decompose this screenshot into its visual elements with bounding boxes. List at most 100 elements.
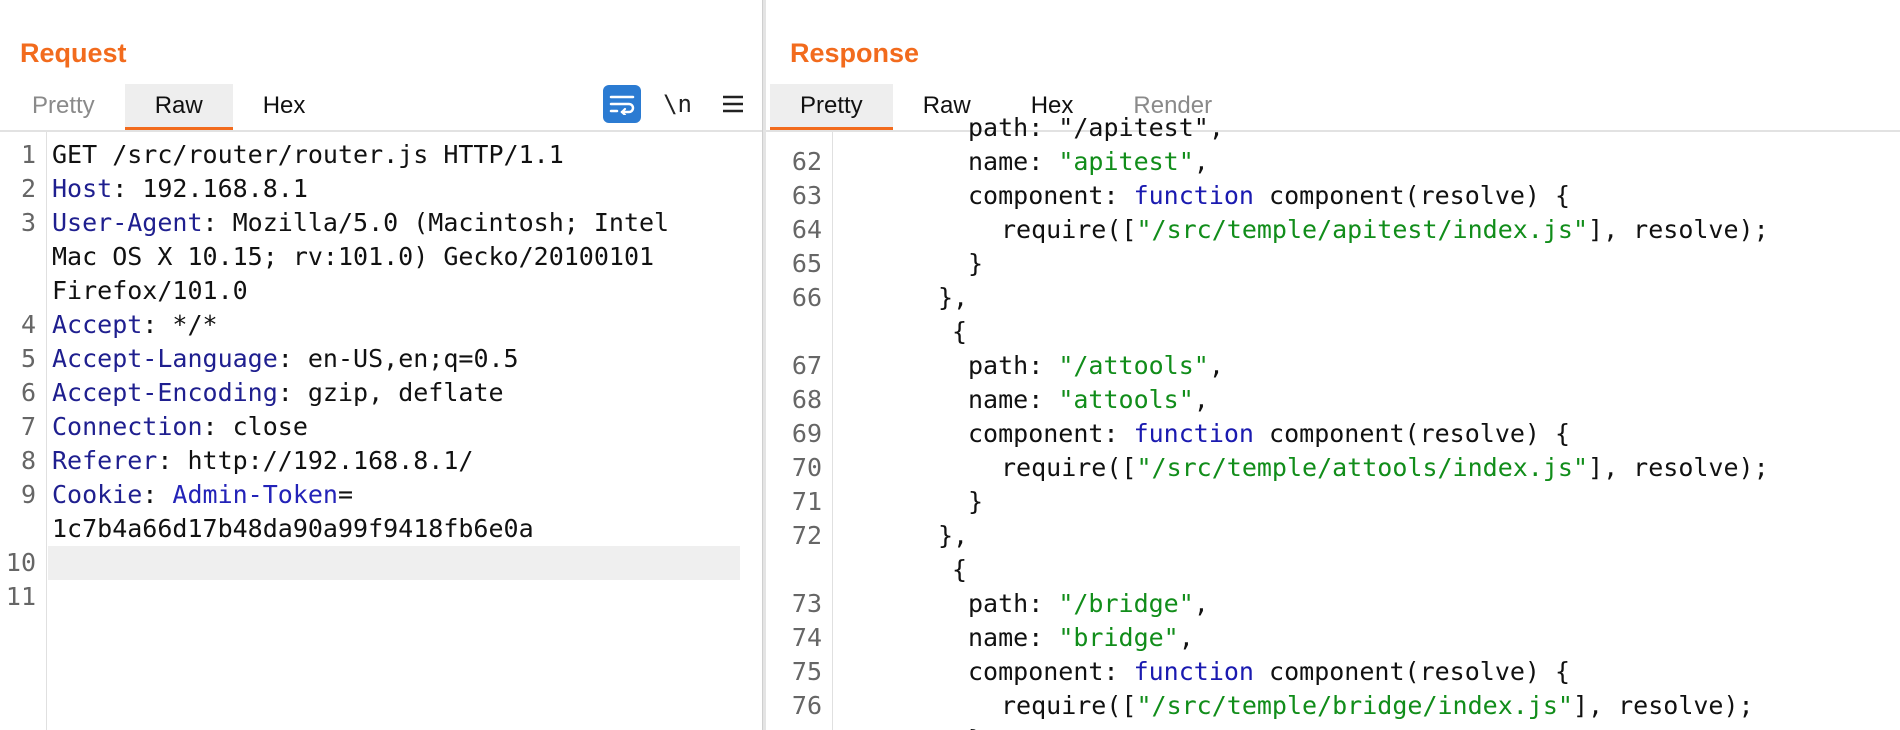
header-value: : 192.168.8.1 [112,174,308,203]
response-line: 74 name: "bridge", [766,621,1900,655]
code-text: ], resolve); [1588,453,1769,482]
string-literal: "attools" [1058,385,1194,414]
response-line: 70 require(["/src/temple/attools/index.j… [766,451,1900,485]
line-number: 1 [20,140,36,169]
line-number: 73 [791,589,822,618]
response-line: 66 }, [766,281,1900,315]
response-line: 69 component: function component(resolve… [766,417,1900,451]
code-text: ], resolve); [1572,691,1754,720]
code-text: }, [938,283,969,312]
line-number: 4 [20,310,36,339]
request-tabs: Pretty Raw Hex [2,84,335,130]
property-key: path: [968,589,1059,618]
header-value: : Mozilla/5.0 (Macintosh; Intel [202,208,670,237]
request-line: 9 Cookie: Admin-Token= [0,478,762,512]
punct: , [1193,385,1209,414]
line-number: 72 [791,521,822,550]
response-line-wrap: { [766,553,1900,587]
line-number: 74 [791,623,822,652]
response-line: 71 } [766,485,1900,519]
request-line: 7 Connection: close [0,410,762,444]
request-line-text: GET /src/router/router.js HTTP/1.1 [52,140,564,169]
header-value: : en-US,en;q=0.5 [277,344,519,373]
request-line-wrap: Mac OS X 10.15; rv:101.0) Gecko/20100101 [0,240,762,274]
line-number: 69 [791,419,822,448]
line-number: 76 [791,691,822,720]
request-line-current[interactable]: 10 [6,546,740,580]
code-text: ], resolve); [1588,215,1769,244]
line-number: 65 [791,249,822,278]
keyword: function [1133,657,1254,686]
property-key: name: [968,147,1059,176]
request-editor[interactable]: 1 GET /src/router/router.js HTTP/1.1 2 H… [0,132,762,730]
code-text: require([ [1001,691,1137,720]
line-number: 68 [791,385,822,414]
request-tab-pretty[interactable]: Pretty [2,84,125,130]
request-tab-raw[interactable]: Raw [124,84,233,130]
code-text: require([ [1001,215,1137,244]
code-text: { [952,317,968,346]
property-key: component: [968,181,1134,210]
response-line: 67 path: "/attools", [766,349,1900,383]
header-name: Accept-Language [52,344,278,373]
request-toolbar: \n [603,84,752,124]
header-separator: : [142,480,173,509]
text-wrap-icon[interactable] [603,85,642,123]
code-text: require([ [1001,453,1137,482]
show-newlines-button[interactable]: \n [663,85,692,123]
property-key: path: [968,351,1059,380]
request-line-wrap: 1c7b4a66d17b48da90a99f9418fb6e0a [0,512,762,546]
request-line: 11 [0,580,762,614]
response-line: 77 } [766,723,1900,730]
keyword: function [1133,419,1254,448]
response-line: 64 require(["/src/temple/apitest/index.j… [766,213,1900,247]
request-line: 2 Host: 192.168.8.1 [0,172,762,206]
header-value: : */* [142,310,218,339]
cookie-name: Admin-Token [172,480,338,509]
punct: , [1178,623,1194,652]
request-tab-hex[interactable]: Hex [233,84,336,130]
response-line: 73 path: "/bridge", [766,587,1900,621]
response-title: Response [790,38,920,68]
line-number: 3 [20,208,36,237]
property-key: component: [968,657,1134,686]
header-value: : http://192.168.8.1/ [157,446,474,475]
line-number: 77 [766,723,822,730]
hamburger-menu-icon[interactable] [714,85,752,123]
request-line: 8 Referer: http://192.168.8.1/ [0,444,762,478]
request-line: 4 Accept: */* [0,308,762,342]
string-literal: "/src/temple/attools/index.js" [1136,453,1589,482]
line-number: 9 [20,480,36,509]
response-editor[interactable]: path: "/apitest", 62 name: "apitest", 63… [766,113,1900,730]
string-literal: "apitest" [1058,147,1194,176]
request-pane: Request Pretty Raw Hex \n 1 GET /src/rou… [0,0,762,730]
punct: , [1193,147,1209,176]
code-text: component(resolve) { [1254,181,1571,210]
line-number: 64 [791,215,822,244]
cookie-value: 1c7b4a66d17b48da90a99f9418fb6e0a [52,514,534,543]
response-line: 72 }, [766,519,1900,553]
punct: , [1193,589,1209,618]
keyword: function [1133,181,1254,210]
response-line: 62 name: "apitest", [766,145,1900,179]
line-number: 8 [20,446,36,475]
request-line-wrap: Firefox/101.0 [0,274,762,308]
request-line: 3 User-Agent: Mozilla/5.0 (Macintosh; In… [0,206,762,240]
code-text: component(resolve) { [1254,419,1571,448]
partial-code: path: "/apitest", [968,113,1224,142]
line-number: 5 [20,344,36,373]
string-literal: "/src/temple/apitest/index.js" [1136,215,1589,244]
line-number: 6 [20,378,36,407]
code-text: component(resolve) { [1254,657,1571,686]
line-number: 11 [5,582,36,611]
string-literal: "/src/temple/bridge/index.js" [1136,691,1573,720]
header-value: : gzip, deflate [277,378,504,407]
code-text: } [968,249,984,278]
response-line-partial: path: "/apitest", [766,111,1900,145]
request-title: Request [20,38,127,68]
code-text: } [968,487,984,516]
line-number: 70 [791,453,822,482]
line-number: 7 [20,412,36,441]
header-name: Connection [52,412,203,441]
response-line: 75 component: function component(resolve… [766,655,1900,689]
